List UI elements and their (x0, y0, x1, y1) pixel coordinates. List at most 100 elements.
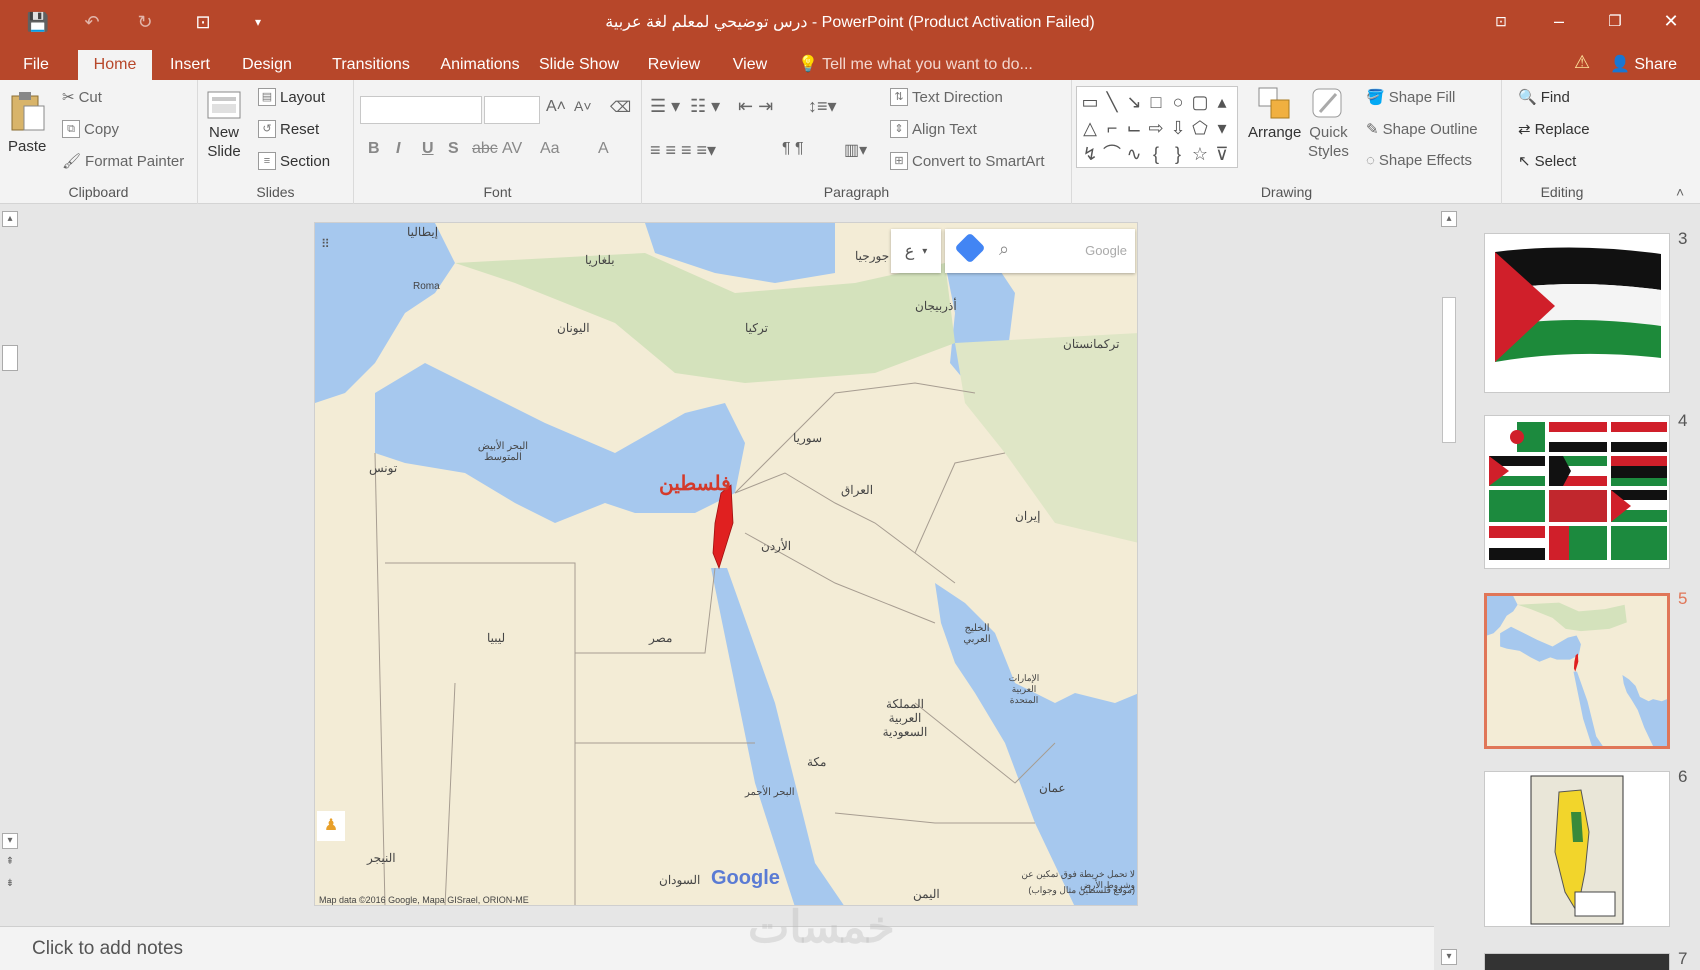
connector-shape-icon[interactable]: ⌙ (1123, 115, 1145, 141)
right-arrow-shape-icon[interactable]: ⇨ (1145, 115, 1167, 141)
brace-right-shape-icon[interactable]: } (1167, 141, 1189, 167)
quick-styles-button[interactable]: Quick Styles (1308, 86, 1349, 160)
rectangle-shape-icon[interactable]: □ (1145, 89, 1167, 115)
text-direction-button[interactable]: ⇅ Text Direction (890, 88, 1003, 106)
tab-transitions[interactable]: Transitions (316, 50, 426, 80)
scroll-thumb[interactable] (2, 345, 18, 371)
elbow-shape-icon[interactable]: ⌐ (1101, 115, 1123, 141)
cut-button[interactable]: ✂ Cut (62, 88, 102, 107)
bold-button[interactable]: B (368, 140, 380, 158)
replace-button[interactable]: ⇄ Replace (1518, 120, 1590, 139)
previous-slide-icon[interactable]: ⇞ (2, 855, 18, 871)
tab-review[interactable]: Review (640, 50, 708, 80)
character-spacing-button[interactable]: AV (502, 140, 522, 158)
slide-thumbnail-4[interactable] (1484, 415, 1670, 569)
arc-shape-icon[interactable]: ⌒ (1101, 141, 1123, 167)
line-spacing-icon[interactable]: ↕≡▾ (808, 96, 837, 117)
close-button[interactable]: ✕ (1648, 6, 1694, 36)
gallery-down-icon[interactable]: ▾ (1211, 115, 1233, 141)
font-color-button[interactable]: A (598, 140, 609, 158)
format-painter-button[interactable]: 🖌 Format Painter (62, 152, 184, 171)
shape-effects-button[interactable]: ◌ Shape Effects (1366, 152, 1472, 169)
tab-design[interactable]: Design (232, 50, 302, 80)
slide-thumbnail-3[interactable] (1484, 233, 1670, 393)
map-language-dropdown[interactable]: ع ▾ (891, 229, 941, 273)
shape-outline-button[interactable]: ✎ Shape Outline (1366, 120, 1478, 139)
search-icon[interactable]: ⌕ (999, 239, 1009, 260)
oval-shape-icon[interactable]: ○ (1167, 89, 1189, 115)
copy-button[interactable]: ⧉ Copy (62, 120, 119, 138)
columns-icon[interactable]: ▥▾ (844, 140, 867, 160)
numbering-icon[interactable]: ☷ ▾ (690, 96, 720, 117)
find-button[interactable]: 🔍 Find (1518, 88, 1570, 107)
shapes-gallery[interactable]: ▭ ╲ ↘ □ ○ ▢ ▴ △ ⌐ ⌙ ⇨ ⇩ ⬠ ▾ ↯ ⌒ ∿{} ☆ ⊽ (1076, 86, 1238, 168)
tab-home[interactable]: Home (78, 50, 152, 80)
tab-animations[interactable]: Animations (424, 50, 536, 80)
notes-pane[interactable]: Click to add notes (0, 926, 1434, 970)
shape-fill-button[interactable]: 🪣 Shape Fill (1366, 88, 1455, 107)
strikethrough-button[interactable]: abc (472, 140, 498, 158)
tab-file[interactable]: File (12, 50, 60, 80)
triangle-shape-icon[interactable]: △ (1079, 115, 1101, 141)
brace-left-shape-icon[interactable]: { (1145, 141, 1167, 167)
warning-icon[interactable]: ⚠ (1574, 52, 1590, 73)
minimize-button[interactable]: – (1536, 6, 1582, 36)
arrange-button[interactable]: Arrange (1248, 86, 1301, 141)
line-shape-icon[interactable]: ╲ (1101, 89, 1123, 115)
apps-grid-icon[interactable]: ⠿ (321, 237, 330, 251)
italic-button[interactable]: I (396, 140, 400, 158)
slide-thumbnail-7[interactable] (1484, 953, 1670, 970)
tab-insert[interactable]: Insert (160, 50, 220, 80)
gallery-more-icon[interactable]: ⊽ (1211, 141, 1233, 167)
paste-button[interactable]: Paste (8, 90, 46, 155)
ribbon-display-options-icon[interactable]: ⊡ (1478, 6, 1524, 36)
next-slide-icon[interactable]: ⇟ (2, 877, 18, 893)
wave-shape-icon[interactable]: ∿ (1123, 141, 1145, 167)
slide-canvas[interactable]: فلسطين تركيا سوريا العراق إيران ليبيا مص… (314, 222, 1138, 906)
slide-thumbnail-6[interactable] (1484, 771, 1670, 927)
thumb-scroll-up-icon[interactable]: ▴ (1441, 211, 1457, 227)
thumb-scroll-thumb[interactable] (1442, 297, 1456, 443)
indent-icon[interactable]: ⇤ ⇥ (738, 96, 773, 117)
clear-formatting-icon[interactable]: ⌫ (610, 98, 631, 116)
bullets-icon[interactable]: ☰ ▾ (650, 96, 680, 117)
map-search-box[interactable]: ⌕ Google (945, 229, 1135, 273)
decrease-font-button[interactable]: A˅ (574, 98, 592, 114)
restore-button[interactable]: ❐ (1592, 6, 1638, 36)
layout-button[interactable]: ▤ Layout (258, 88, 325, 106)
reset-button[interactable]: ↺ Reset (258, 120, 319, 138)
scroll-up-icon[interactable]: ▴ (2, 211, 18, 227)
thumbnail-scrollbar[interactable]: ▴ ▾ (1438, 205, 1460, 970)
gallery-up-icon[interactable]: ▴ (1211, 89, 1233, 115)
tell-me-box[interactable]: 💡 Tell me what you want to do... (798, 50, 1033, 80)
star-shape-icon[interactable]: ☆ (1189, 141, 1211, 167)
new-slide-button[interactable]: New Slide (206, 88, 242, 160)
rounded-rect-shape-icon[interactable]: ▢ (1189, 89, 1211, 115)
down-arrow-shape-icon[interactable]: ⇩ (1167, 115, 1189, 141)
slide-thumbnail-5-selected[interactable] (1484, 593, 1670, 749)
select-button[interactable]: ↖ Select (1518, 152, 1576, 171)
increase-font-button[interactable]: A˄ (546, 98, 566, 116)
curve-shape-icon[interactable]: ↯ (1079, 141, 1101, 167)
font-name-dropdown[interactable] (360, 96, 482, 124)
align-text-button[interactable]: ⇕ Align Text (890, 120, 977, 138)
rtl-ltr-icons[interactable]: ¶ ¶ (782, 140, 804, 158)
underline-button[interactable]: U (422, 140, 434, 158)
change-case-button[interactable]: Aa (540, 140, 560, 158)
align-icons[interactable]: ≡ ≡ ≡ ≡▾ (650, 140, 716, 161)
font-size-dropdown[interactable] (484, 96, 540, 124)
pegman-icon[interactable]: ♟ (317, 811, 345, 841)
textbox-shape-icon[interactable]: ▭ (1079, 89, 1101, 115)
collapse-ribbon-icon[interactable]: ˄ (1676, 184, 1684, 200)
pentagon-shape-icon[interactable]: ⬠ (1189, 115, 1211, 141)
tab-slide-show[interactable]: Slide Show (538, 50, 620, 80)
directions-icon[interactable] (954, 232, 986, 264)
share-button[interactable]: 👤 Share (1610, 50, 1677, 80)
text-shadow-button[interactable]: S (448, 140, 459, 158)
section-button[interactable]: ≡ Section (258, 152, 330, 170)
convert-smartart-button[interactable]: ⊞ Convert to SmartArt (890, 152, 1045, 170)
scroll-down-icon[interactable]: ▾ (2, 833, 18, 849)
arrow-line-shape-icon[interactable]: ↘ (1123, 89, 1145, 115)
thumb-scroll-down-icon[interactable]: ▾ (1441, 949, 1457, 965)
tab-view[interactable]: View (726, 50, 774, 80)
